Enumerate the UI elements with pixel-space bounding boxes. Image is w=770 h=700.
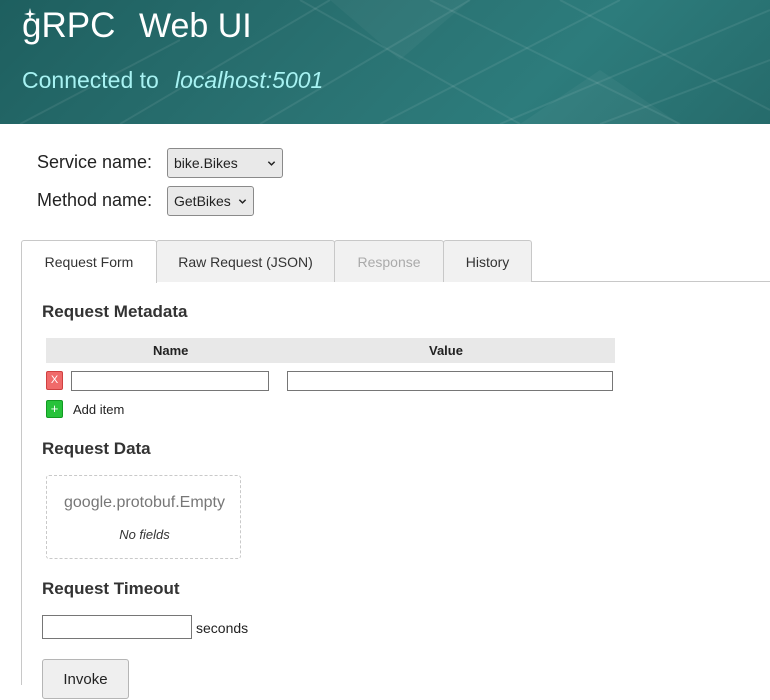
metadata-value-input[interactable]: [287, 371, 613, 391]
plus-icon: +: [50, 401, 59, 416]
connected-host: localhost:5001: [175, 67, 324, 93]
tab-history[interactable]: History: [443, 240, 532, 282]
method-name-label: Method name:: [37, 190, 153, 210]
tab-request-form[interactable]: Request Form: [21, 240, 157, 283]
close-icon: X: [50, 374, 59, 386]
request-timeout-title: Request Timeout: [42, 579, 180, 598]
add-item-label: Add item: [73, 402, 125, 417]
panel-left-border: [21, 282, 22, 685]
request-message-box: google.protobuf.Empty No fields: [46, 475, 241, 559]
timeout-unit-label: seconds: [196, 620, 249, 636]
request-metadata-title: Request Metadata: [42, 302, 188, 321]
connected-label: Connected to: [22, 67, 159, 93]
no-fields-label: No fields: [119, 527, 170, 542]
chevron-down-icon: [267, 161, 276, 166]
timeout-input[interactable]: [42, 615, 192, 639]
message-type-name: google.protobuf.Empty: [64, 494, 225, 511]
app-title: Web UI: [139, 7, 252, 45]
invoke-button[interactable]: Invoke: [42, 659, 129, 699]
app-header: gRPC Web UI Connected to localhost:5001: [0, 0, 770, 124]
metadata-table-header: Name Value: [46, 338, 615, 363]
tab-raw-request[interactable]: Raw Request (JSON): [156, 240, 335, 282]
add-metadata-button[interactable]: +: [46, 400, 63, 418]
metadata-name-input[interactable]: [71, 371, 269, 391]
metadata-col-value: Value: [429, 343, 463, 358]
method-select[interactable]: GetBikes: [167, 186, 254, 216]
request-data-title: Request Data: [42, 439, 151, 458]
service-select[interactable]: bike.Bikes: [167, 148, 283, 178]
header-background-pattern: [19, 0, 770, 124]
method-select-value: GetBikes: [174, 193, 231, 209]
service-select-value: bike.Bikes: [174, 155, 238, 171]
metadata-col-name: Name: [153, 343, 189, 358]
tab-response[interactable]: Response: [334, 240, 444, 282]
remove-metadata-button[interactable]: X: [46, 371, 63, 390]
chevron-down-icon: [238, 199, 247, 204]
service-name-label: Service name:: [37, 152, 153, 172]
grpc-logo: gRPC: [22, 6, 116, 45]
